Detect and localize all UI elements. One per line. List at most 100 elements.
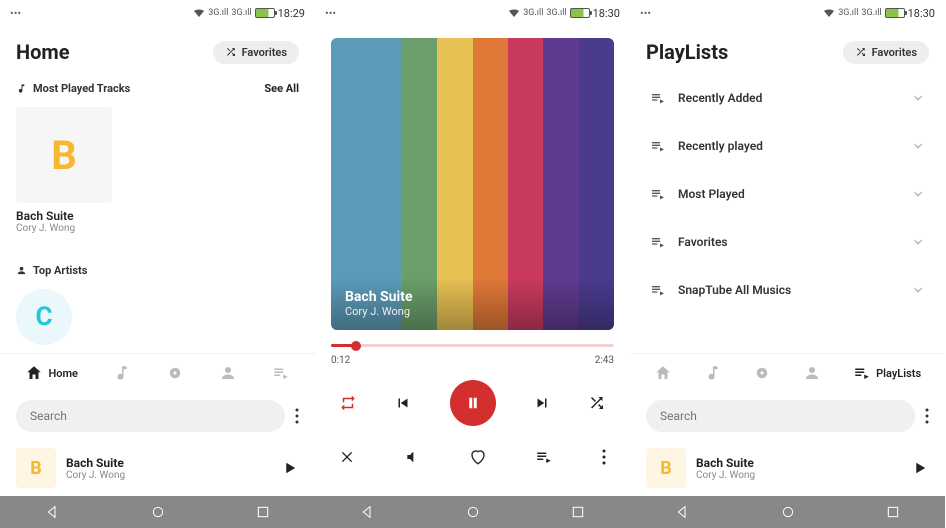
heart-icon[interactable] — [469, 448, 487, 466]
signal-icon: 3G.ıll — [231, 8, 251, 18]
clock: 18:29 — [278, 7, 305, 20]
favorites-button[interactable]: Favorites — [213, 41, 299, 64]
np-thumbnail: B — [16, 448, 56, 488]
now-playing-bar[interactable]: B Bach Suite Cory J. Wong — [630, 440, 945, 496]
see-all-link[interactable]: See All — [264, 82, 299, 95]
signal-icon: 3G.ıll — [838, 8, 858, 18]
np-thumbnail: B — [646, 448, 686, 488]
np-artist: Cory J. Wong — [66, 470, 271, 481]
tab-albums[interactable] — [166, 364, 184, 382]
page-title: Home — [16, 40, 70, 64]
queue-icon — [650, 234, 666, 250]
tab-music[interactable] — [113, 364, 131, 382]
playlist-name: Recently played — [678, 139, 763, 153]
repeat-icon[interactable] — [339, 394, 357, 412]
artist-avatar[interactable]: C — [16, 289, 72, 345]
chevron-down-icon — [911, 187, 925, 201]
clock: 18:30 — [593, 7, 620, 20]
battery-icon — [255, 8, 275, 18]
playlist-item[interactable]: SnapTube All Musics — [630, 266, 945, 314]
wifi-icon — [508, 8, 520, 18]
home-nav-icon[interactable] — [780, 504, 796, 520]
recent-icon[interactable] — [255, 504, 271, 520]
track-card[interactable]: B Bach Suite Cory J. Wong — [16, 107, 112, 234]
player-title: Bach Suite — [345, 289, 600, 305]
queue-icon — [650, 186, 666, 202]
player-screen: ••• 3G.ıll 3G.ıll 18:30 Bach Suite Cory … — [315, 0, 630, 528]
playlist-item[interactable]: Favorites — [630, 218, 945, 266]
battery-icon — [570, 8, 590, 18]
playlist-name: Recently Added — [678, 91, 762, 105]
play-icon[interactable] — [911, 459, 929, 477]
chevron-down-icon — [911, 91, 925, 105]
system-nav-bar — [315, 496, 630, 528]
queue-icon — [650, 282, 666, 298]
home-nav-icon[interactable] — [465, 504, 481, 520]
track-thumbnail: B — [16, 107, 112, 203]
more-icon[interactable] — [602, 449, 606, 465]
now-playing-bar[interactable]: B Bach Suite Cory J. Wong — [0, 440, 315, 496]
wifi-icon — [823, 8, 835, 18]
volume-icon[interactable] — [404, 449, 420, 465]
more-icon[interactable] — [295, 408, 299, 424]
pause-button[interactable] — [450, 380, 496, 426]
back-icon[interactable] — [675, 504, 691, 520]
tab-artists[interactable] — [803, 364, 821, 382]
tab-home[interactable] — [654, 364, 672, 382]
playlist-item[interactable]: Recently Added — [630, 74, 945, 122]
shuffle-icon[interactable] — [588, 394, 606, 412]
tab-playlists[interactable]: PlayLists — [853, 364, 921, 382]
recent-icon[interactable] — [885, 504, 901, 520]
favorites-button[interactable]: Favorites — [843, 41, 929, 64]
signal-icon: 3G.ıll — [208, 8, 228, 18]
tab-playlists[interactable] — [272, 364, 290, 382]
tab-bar: Home — [0, 353, 315, 392]
tab-albums[interactable] — [753, 364, 771, 382]
queue-icon[interactable] — [535, 448, 553, 466]
tab-music[interactable] — [704, 364, 722, 382]
tab-home[interactable]: Home — [25, 364, 78, 382]
status-menu-icon: ••• — [640, 7, 651, 20]
search-input[interactable] — [646, 400, 915, 432]
top-artists-header: Top Artists — [16, 264, 87, 277]
recent-icon[interactable] — [570, 504, 586, 520]
close-icon[interactable] — [339, 449, 355, 465]
system-nav-bar — [0, 496, 315, 528]
np-title: Bach Suite — [696, 456, 901, 470]
clock: 18:30 — [908, 7, 935, 20]
playlists-screen: ••• 3G.ıll 3G.ıll 18:30 PlayLists Favori… — [630, 0, 945, 528]
favorites-label: Favorites — [242, 46, 287, 59]
most-played-header: Most Played Tracks — [16, 82, 130, 95]
wifi-icon — [193, 8, 205, 18]
tab-artists[interactable] — [219, 364, 237, 382]
np-artist: Cory J. Wong — [696, 470, 901, 481]
player-artist: Cory J. Wong — [345, 305, 600, 318]
home-icon — [25, 364, 43, 382]
chevron-down-icon — [911, 235, 925, 249]
next-icon[interactable] — [533, 394, 551, 412]
playlist-icon — [853, 364, 871, 382]
shuffle-icon — [225, 46, 237, 58]
prev-icon[interactable] — [394, 394, 412, 412]
status-bar: ••• 3G.ıll 3G.ıll 18:30 — [630, 0, 945, 26]
queue-icon — [650, 90, 666, 106]
back-icon[interactable] — [360, 504, 376, 520]
progress-bar[interactable] — [331, 344, 614, 347]
time-elapsed: 0:12 — [331, 355, 350, 366]
person-icon — [16, 265, 27, 276]
play-icon[interactable] — [281, 459, 299, 477]
playlist-name: Favorites — [678, 235, 728, 249]
signal-icon: 3G.ıll — [523, 8, 543, 18]
home-nav-icon[interactable] — [150, 504, 166, 520]
np-title: Bach Suite — [66, 456, 271, 470]
chevron-down-icon — [911, 283, 925, 297]
playlist-item[interactable]: Most Played — [630, 170, 945, 218]
battery-icon — [885, 8, 905, 18]
status-menu-icon: ••• — [325, 7, 336, 20]
more-icon[interactable] — [925, 408, 929, 424]
signal-icon: 3G.ıll — [861, 8, 881, 18]
back-icon[interactable] — [45, 504, 61, 520]
search-input[interactable] — [16, 400, 285, 432]
playlist-item[interactable]: Recently played — [630, 122, 945, 170]
music-note-icon — [16, 83, 27, 94]
